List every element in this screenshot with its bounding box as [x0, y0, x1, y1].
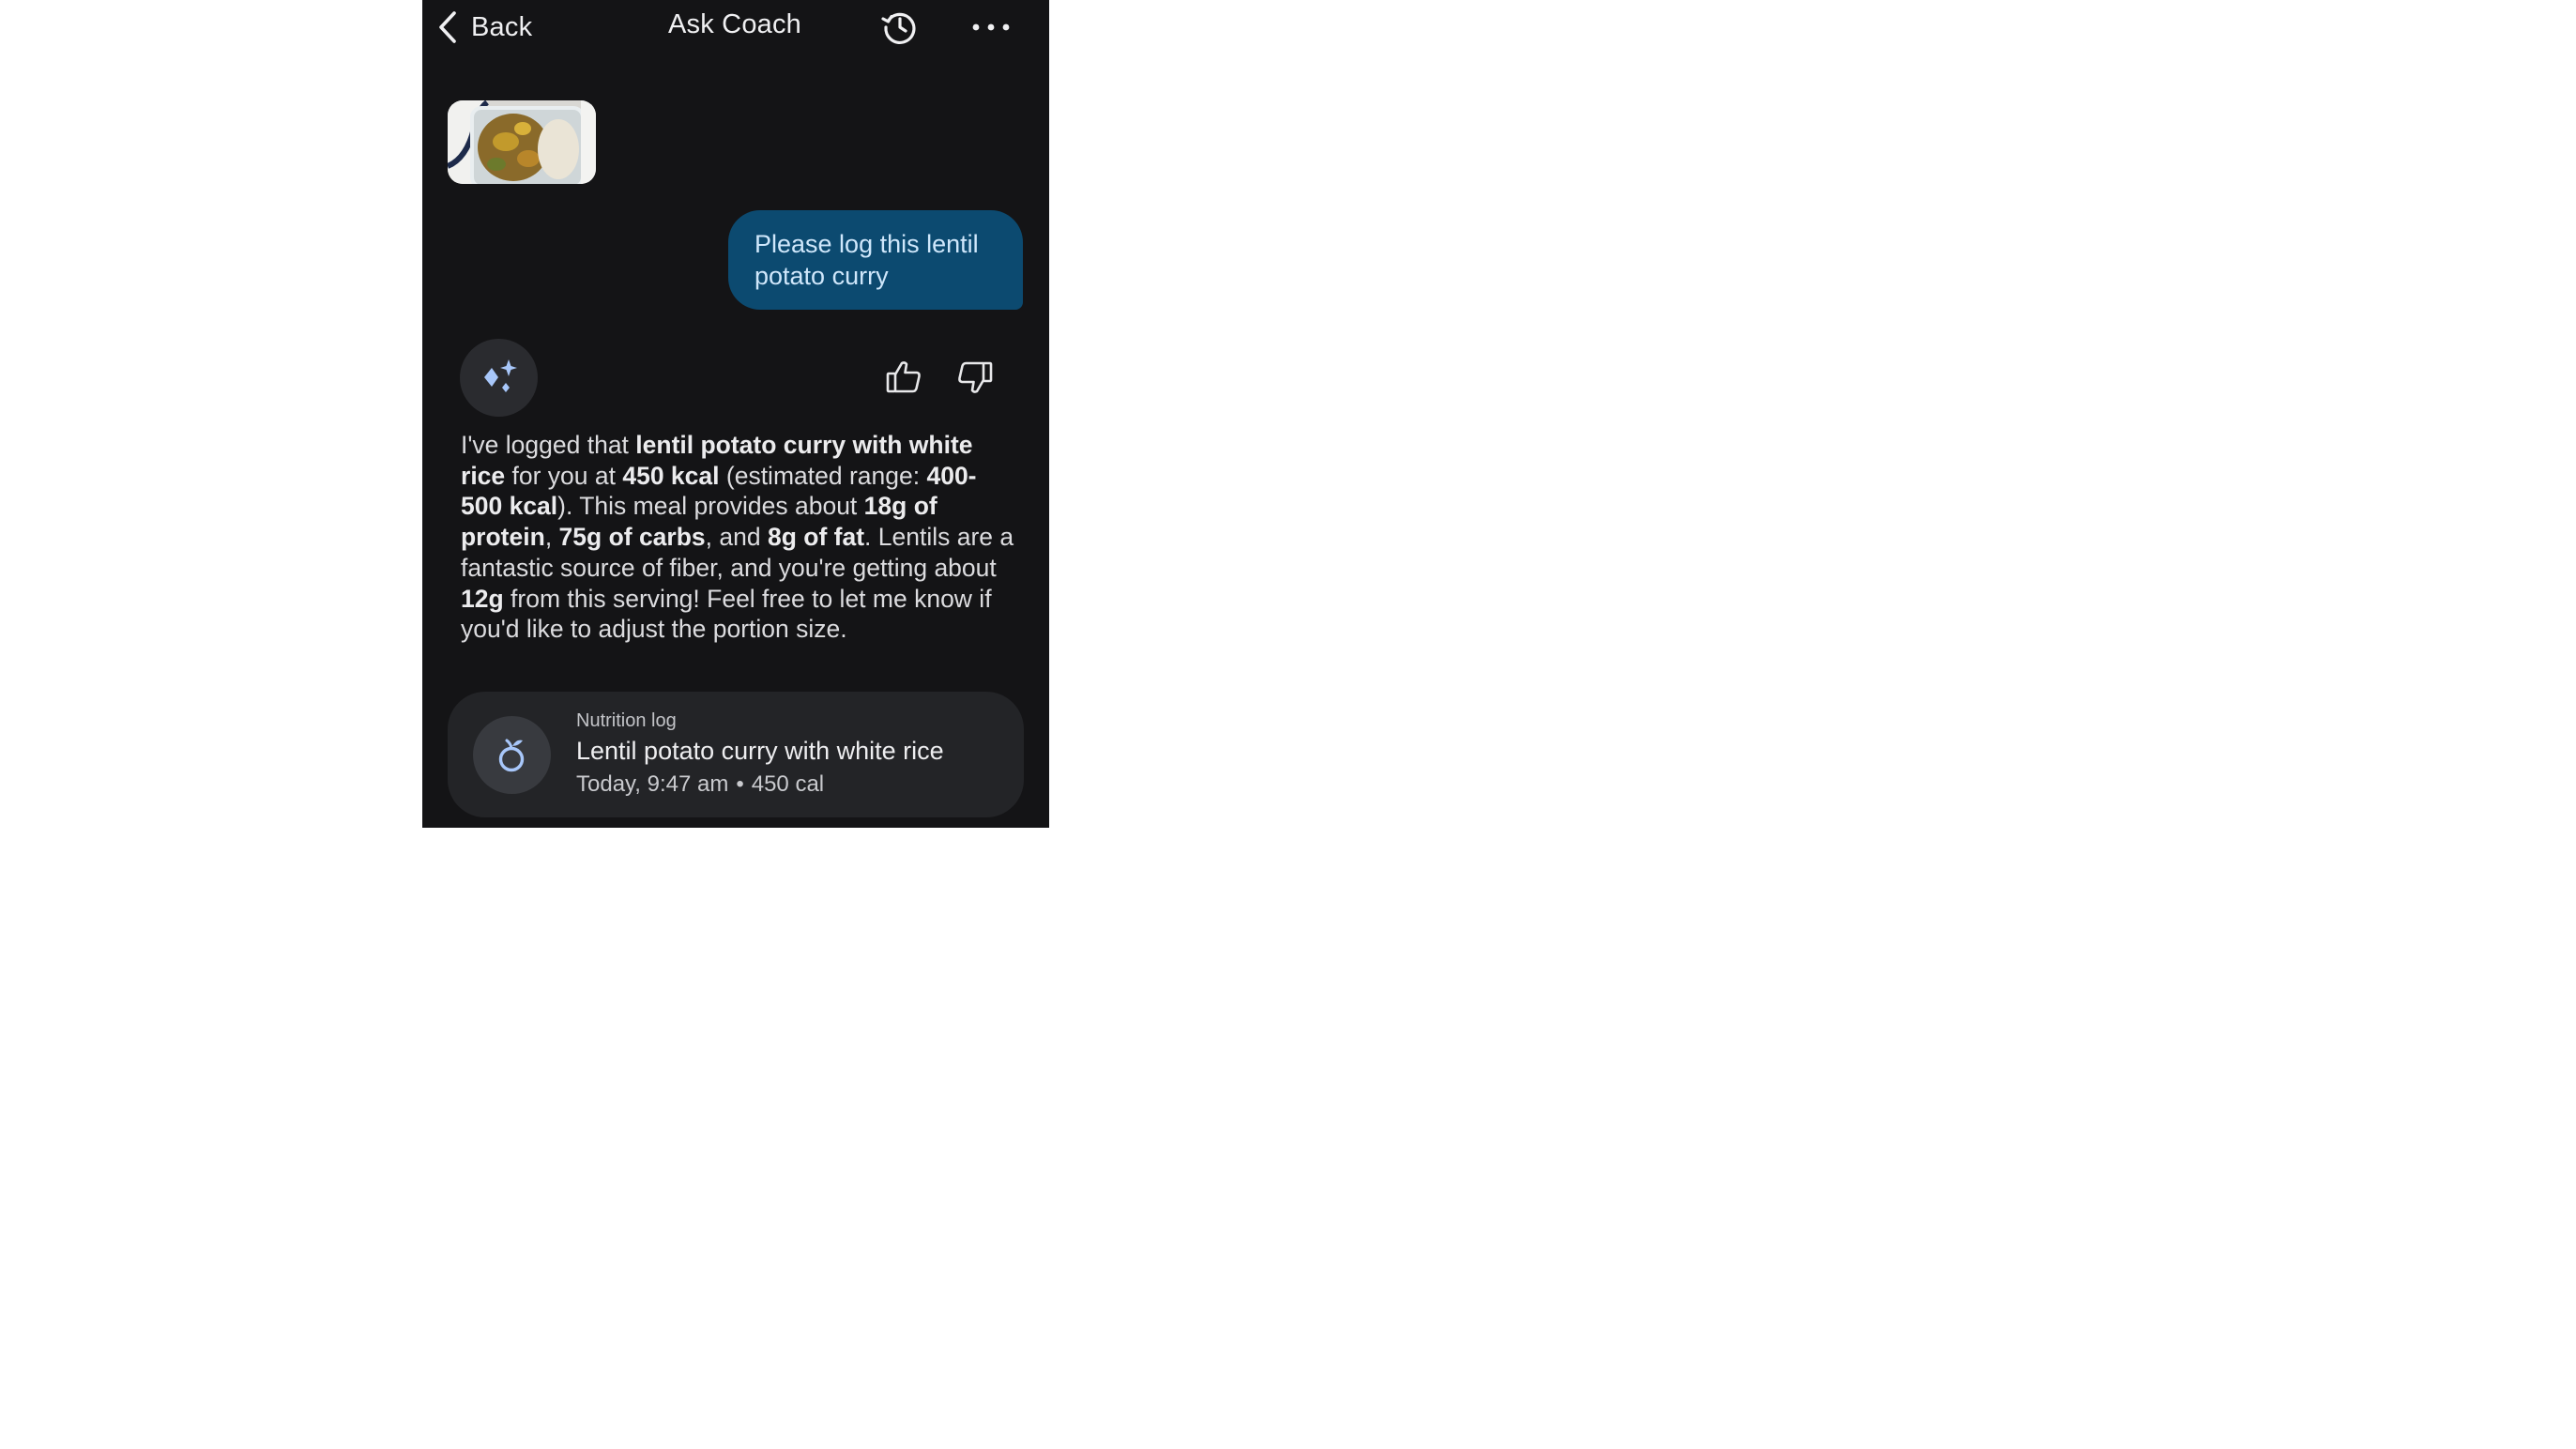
response-segment: for you at — [505, 461, 623, 490]
response-highlight: 12g — [461, 584, 504, 613]
nutrition-log-card[interactable]: Nutrition log Lentil potato curry with w… — [448, 692, 1024, 817]
response-segment: from this serving! Feel free to let me k… — [461, 584, 992, 644]
nutrition-log-meta: Today, 9:47 am • 450 cal — [576, 771, 824, 798]
thumbs-up-icon — [886, 361, 921, 393]
nutrition-log-icon-badge — [473, 716, 551, 794]
response-segment: , and — [705, 523, 768, 552]
history-icon — [881, 12, 916, 44]
food-photo[interactable] — [448, 100, 596, 184]
user-message-bubble: Please log this lentil potato curry — [728, 210, 1023, 310]
user-message-text: Please log this lentil potato curry — [755, 230, 979, 290]
thumbs-down-button[interactable] — [957, 359, 993, 395]
response-segment: I've logged that — [461, 431, 636, 459]
food-photo-image — [448, 100, 596, 184]
more-horizontal-icon — [972, 23, 1010, 31]
sparkle-icon — [484, 359, 517, 392]
history-button[interactable] — [880, 8, 920, 47]
response-segment: , — [544, 523, 559, 552]
response-highlight: 75g of carbs — [558, 523, 706, 552]
response-segment: (estimated range: — [719, 461, 927, 490]
coach-response-text: I've logged that lentil potato curry wit… — [461, 430, 1014, 645]
nutrition-log-time: Today, 9:47 am — [576, 771, 729, 797]
more-options-button[interactable] — [970, 11, 1012, 43]
back-label: Back — [471, 11, 533, 42]
page-title: Ask Coach — [667, 9, 802, 39]
nutrition-log-kicker: Nutrition log — [576, 710, 677, 731]
response-highlight: 8g of fat — [767, 523, 865, 552]
coach-avatar — [460, 339, 538, 417]
app-screen: Back Ask Coach Please log this lentil po… — [422, 0, 1049, 828]
response-segment: ). This meal provides about — [557, 492, 864, 521]
back-button[interactable]: Back — [435, 8, 532, 47]
chevron-left-icon — [439, 11, 456, 43]
nutrition-log-title: Lentil potato curry with white rice — [576, 737, 944, 765]
meta-separator: • — [736, 771, 744, 797]
top-bar: Back Ask Coach — [422, 0, 1049, 54]
thumbs-down-icon — [958, 361, 993, 393]
apple-icon — [498, 739, 525, 772]
response-highlight: 450 kcal — [622, 461, 720, 490]
nutrition-log-calories: 450 cal — [751, 771, 825, 797]
thumbs-up-button[interactable] — [886, 359, 922, 395]
